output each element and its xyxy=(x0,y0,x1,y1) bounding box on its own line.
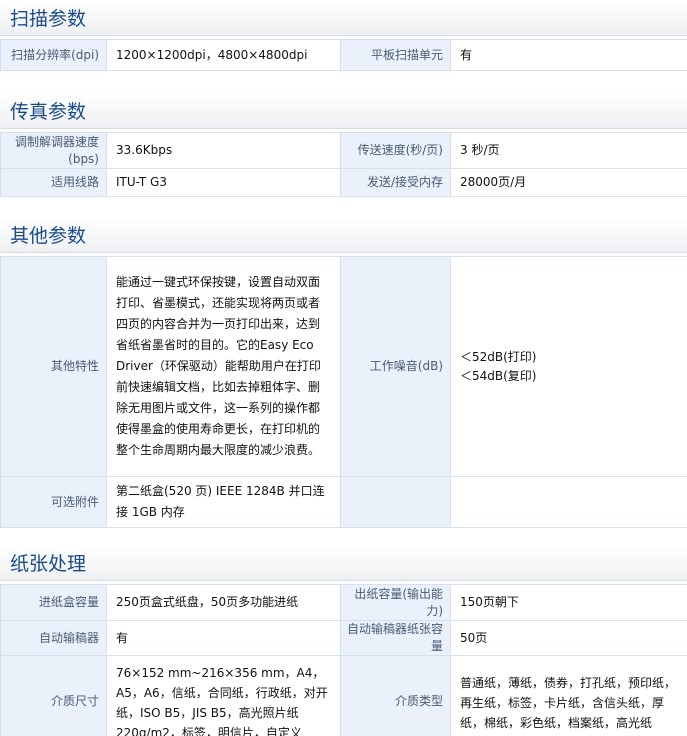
spec-label: 进纸盒容量 xyxy=(0,584,107,621)
table-row: 其他特性 能通过一键式环保按键，设置自动双面打印、省墨模式，还能实现将两页或者四… xyxy=(0,256,687,477)
spec-value: 有 xyxy=(106,620,341,656)
spec-value: 76×152 mm~216×356 mm，A4，A5，A6，信纸，合同纸，行政纸… xyxy=(106,655,341,736)
table-row: 调制解调器速度(bps) 33.6Kbps 传送速度(秒/页) 3 秒/页 xyxy=(0,132,687,169)
other-spec-table: 其他特性 能通过一键式环保按键，设置自动双面打印、省墨模式，还能实现将两页或者四… xyxy=(0,256,687,528)
spec-value: 33.6Kbps xyxy=(106,132,341,169)
spec-value: 普通纸，薄纸，债券，打孔纸，预印纸，再生纸，标签，卡片纸，含信头纸，厚纸，棉纸，… xyxy=(450,655,687,736)
table-row: 介质尺寸 76×152 mm~216×356 mm，A4，A5，A6，信纸，合同… xyxy=(0,655,687,736)
spec-value: 1200×1200dpi，4800×4800dpi xyxy=(106,39,341,71)
spec-label: 扫描分辨率(dpi) xyxy=(0,39,107,71)
spec-value xyxy=(450,476,687,528)
spec-label: 介质类型 xyxy=(340,655,451,736)
spec-value: 28000页/月 xyxy=(450,168,687,197)
spec-label: 自动输稿器纸张容量 xyxy=(340,620,451,656)
spec-label: 出纸容量(输出能力) xyxy=(340,584,451,621)
spec-label: 工作噪音(dB) xyxy=(340,256,451,477)
spec-value: ＜52dB(打印) ＜54dB(复印) xyxy=(450,256,687,477)
spec-value: 第二纸盒(520 页) IEEE 1284B 并口连接 1GB 内存 xyxy=(106,476,341,528)
spec-value: 能通过一键式环保按键，设置自动双面打印、省墨模式，还能实现将两页或者四页的内容合… xyxy=(106,256,341,477)
spec-page: 扫描参数 扫描分辨率(dpi) 1200×1200dpi，4800×4800dp… xyxy=(0,0,687,736)
spec-value: ITU-T G3 xyxy=(106,168,341,197)
section-title-fax: 传真参数 xyxy=(0,93,687,129)
table-row: 扫描分辨率(dpi) 1200×1200dpi，4800×4800dpi 平板扫… xyxy=(0,39,687,71)
spec-value: 3 秒/页 xyxy=(450,132,687,169)
spec-value: 有 xyxy=(450,39,687,71)
spec-label: 其他特性 xyxy=(0,256,107,477)
spec-label: 传送速度(秒/页) xyxy=(340,132,451,169)
spec-label: 发送/接受内存 xyxy=(340,168,451,197)
section-title-scan: 扫描参数 xyxy=(0,0,687,36)
section-title-other: 其他参数 xyxy=(0,217,687,253)
spec-label: 介质尺寸 xyxy=(0,655,107,736)
scan-spec-table: 扫描分辨率(dpi) 1200×1200dpi，4800×4800dpi 平板扫… xyxy=(0,39,687,71)
spec-label: 平板扫描单元 xyxy=(340,39,451,71)
table-row: 适用线路 ITU-T G3 发送/接受内存 28000页/月 xyxy=(0,168,687,197)
fax-spec-table: 调制解调器速度(bps) 33.6Kbps 传送速度(秒/页) 3 秒/页 适用… xyxy=(0,132,687,197)
table-row: 进纸盒容量 250页盒式纸盘，50页多功能进纸 出纸容量(输出能力) 150页朝… xyxy=(0,584,687,621)
spec-label: 调制解调器速度(bps) xyxy=(0,132,107,169)
spec-label: 自动输稿器 xyxy=(0,620,107,656)
spec-value: 250页盒式纸盘，50页多功能进纸 xyxy=(106,584,341,621)
table-row: 可选附件 第二纸盒(520 页) IEEE 1284B 并口连接 1GB 内存 xyxy=(0,476,687,528)
paper-spec-table: 进纸盒容量 250页盒式纸盘，50页多功能进纸 出纸容量(输出能力) 150页朝… xyxy=(0,584,687,736)
spec-value: 150页朝下 xyxy=(450,584,687,621)
table-row: 自动输稿器 有 自动输稿器纸张容量 50页 xyxy=(0,620,687,656)
spec-label xyxy=(340,476,451,528)
spec-label: 可选附件 xyxy=(0,476,107,528)
spec-label: 适用线路 xyxy=(0,168,107,197)
section-title-paper: 纸张处理 xyxy=(0,545,687,581)
spec-value: 50页 xyxy=(450,620,687,656)
